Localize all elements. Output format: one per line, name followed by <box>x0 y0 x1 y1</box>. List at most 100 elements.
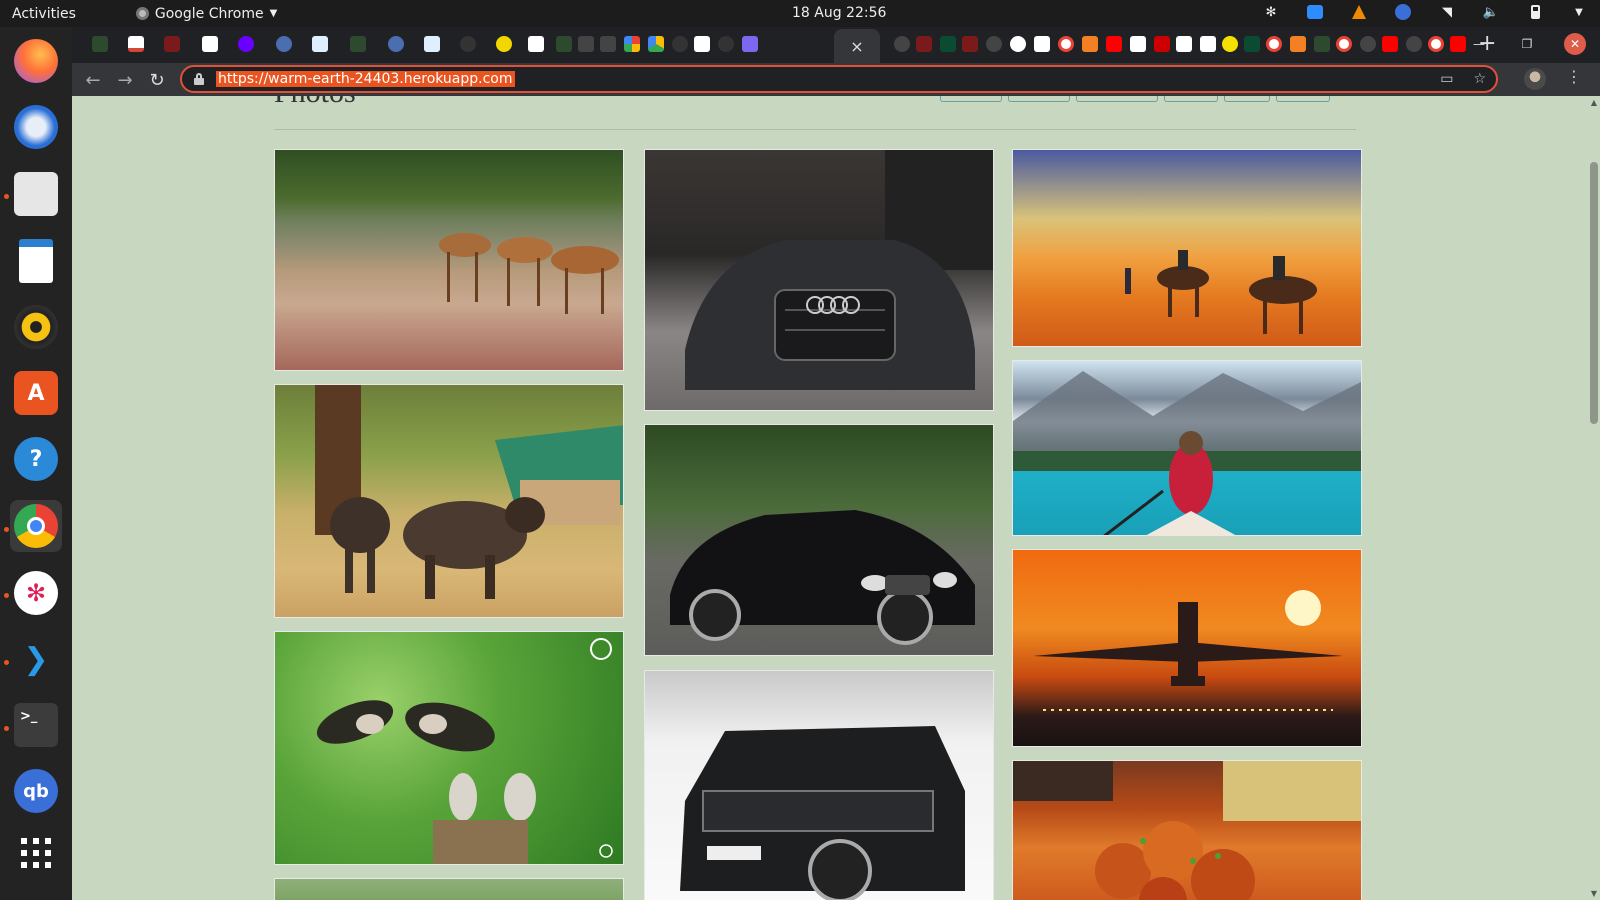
stackoverflow-tab-icon[interactable] <box>1290 36 1306 52</box>
tab-active[interactable]: × <box>834 29 880 63</box>
app-menu[interactable]: Google Chrome ▼ <box>135 6 277 22</box>
dock-vscode[interactable]: ❯ <box>10 633 62 685</box>
qbittorrent-tray-icon[interactable] <box>1394 3 1412 21</box>
dock-firefox[interactable] <box>10 35 62 87</box>
filter-button[interactable] <box>1076 96 1158 102</box>
tab-favicon[interactable] <box>624 36 640 52</box>
flag-tab-icon[interactable] <box>202 36 218 52</box>
tab-favicon[interactable] <box>528 36 544 52</box>
scroll-down-arrow-icon[interactable]: ▼ <box>1590 889 1598 898</box>
drive-tab-icon[interactable] <box>648 36 664 52</box>
dock-slack[interactable]: ✻ <box>10 567 62 619</box>
scroll-up-arrow-icon[interactable]: ▲ <box>1590 98 1598 107</box>
dock-help[interactable]: ? <box>10 433 62 485</box>
forward-arrow-icon[interactable]: → <box>112 67 138 93</box>
photo-audi[interactable] <box>644 149 994 411</box>
tab-favicon[interactable] <box>1314 36 1330 52</box>
tab-favicon[interactable] <box>1154 36 1170 52</box>
photo-starlings[interactable] <box>274 631 624 865</box>
django-tab-icon[interactable] <box>940 36 956 52</box>
stackoverflow-tab-icon[interactable] <box>1082 36 1098 52</box>
photo-mercedes[interactable] <box>644 424 994 656</box>
tab-favicon[interactable] <box>92 36 108 52</box>
tab-favicon[interactable] <box>388 36 404 52</box>
address-bar[interactable]: https://warm-earth-24403.herokuapp.com ▭… <box>180 65 1498 93</box>
volume-icon[interactable]: 🔈 <box>1482 3 1500 21</box>
filter-button[interactable] <box>940 96 1002 102</box>
tab-favicon[interactable] <box>718 36 734 52</box>
tab-favicon[interactable] <box>916 36 932 52</box>
photo-orange-chicken[interactable] <box>1012 760 1362 900</box>
filter-button[interactable] <box>1276 96 1330 102</box>
filter-button[interactable] <box>1008 96 1070 102</box>
tab-favicon[interactable] <box>424 36 440 52</box>
tab-favicon[interactable] <box>1406 36 1422 52</box>
reload-icon[interactable]: ↻ <box>144 67 170 93</box>
google-tab-icon[interactable] <box>1266 36 1282 52</box>
tab-favicon[interactable] <box>1200 36 1216 52</box>
gmail-tab-icon[interactable] <box>128 36 144 52</box>
youtube-tab-icon[interactable] <box>1450 36 1466 52</box>
dock-writer[interactable] <box>10 235 62 287</box>
dock-qbittorrent[interactable]: qb <box>10 765 62 817</box>
dock-chrome[interactable] <box>10 500 62 552</box>
restore-icon[interactable]: ❐ <box>1516 33 1538 55</box>
zoom-tray-icon[interactable] <box>1306 3 1324 21</box>
url-text[interactable]: https://warm-earth-24403.herokuapp.com <box>216 71 515 87</box>
tab-favicon[interactable] <box>164 36 180 52</box>
filter-button[interactable] <box>1164 96 1218 102</box>
scrollbar-thumb[interactable] <box>1590 162 1598 424</box>
lock-icon[interactable] <box>194 73 204 85</box>
dock-terminal[interactable]: >_ <box>10 699 62 751</box>
minimize-icon[interactable]: — <box>1468 33 1490 55</box>
django-tab-icon[interactable] <box>1244 36 1260 52</box>
activities-button[interactable]: Activities <box>12 6 76 22</box>
slack-tray-icon[interactable]: ✻ <box>1262 3 1280 21</box>
photo-airplane-sunset[interactable] <box>1012 549 1362 747</box>
tab-favicon[interactable] <box>350 36 366 52</box>
tab-favicon[interactable] <box>894 36 910 52</box>
tab-favicon[interactable] <box>556 36 572 52</box>
google-tab-icon[interactable] <box>1428 36 1444 52</box>
photo-camels[interactable] <box>1012 149 1362 347</box>
more-menu-icon[interactable]: ⋮ <box>1566 67 1582 86</box>
photo-impalas[interactable] <box>274 149 624 371</box>
tab-favicon[interactable] <box>496 36 512 52</box>
tab-favicon[interactable] <box>600 36 616 52</box>
profile-avatar[interactable] <box>1524 68 1546 90</box>
tab-favicon[interactable] <box>1360 36 1376 52</box>
medium-tab-icon[interactable] <box>1034 36 1050 52</box>
photo-lake-kayak[interactable] <box>1012 360 1362 536</box>
tab-favicon[interactable] <box>1176 36 1192 52</box>
dock-app-grid[interactable] <box>10 827 62 879</box>
wifi-icon[interactable]: ◥ <box>1438 3 1456 21</box>
youtube-tab-icon[interactable] <box>1382 36 1398 52</box>
tab-favicon[interactable] <box>1222 36 1238 52</box>
page-scrollbar[interactable]: ▲ ▼ <box>1588 96 1600 900</box>
chevron-down-icon[interactable]: ▼ <box>1570 3 1588 21</box>
tab-favicon[interactable] <box>742 36 758 52</box>
google-tab-icon[interactable] <box>1058 36 1074 52</box>
close-window-icon[interactable]: ✕ <box>1564 33 1586 55</box>
tab-favicon[interactable] <box>276 36 292 52</box>
tab-favicon[interactable] <box>986 36 1002 52</box>
tab-favicon[interactable] <box>238 36 254 52</box>
back-arrow-icon[interactable]: ← <box>80 67 106 93</box>
google-tab-icon[interactable] <box>1336 36 1352 52</box>
github-tab-icon[interactable] <box>672 36 688 52</box>
tab-favicon[interactable] <box>1130 36 1146 52</box>
github-tab-icon[interactable] <box>460 36 476 52</box>
filter-button[interactable] <box>1224 96 1270 102</box>
youtube-tab-icon[interactable] <box>1106 36 1122 52</box>
close-icon[interactable]: × <box>850 37 863 56</box>
tab-favicon[interactable] <box>578 36 594 52</box>
cast-icon[interactable]: ▭ <box>1440 71 1453 87</box>
clock[interactable]: 18 Aug 22:56 <box>792 5 886 21</box>
dock-thunderbird[interactable] <box>10 101 62 153</box>
vlc-tray-icon[interactable] <box>1350 3 1368 21</box>
battery-icon[interactable] <box>1526 3 1544 21</box>
photo-partial-col1[interactable] <box>274 878 624 900</box>
photo-land-rover[interactable] <box>644 670 994 900</box>
dock-software[interactable]: A <box>10 367 62 419</box>
photo-buffaloes[interactable] <box>274 384 624 618</box>
